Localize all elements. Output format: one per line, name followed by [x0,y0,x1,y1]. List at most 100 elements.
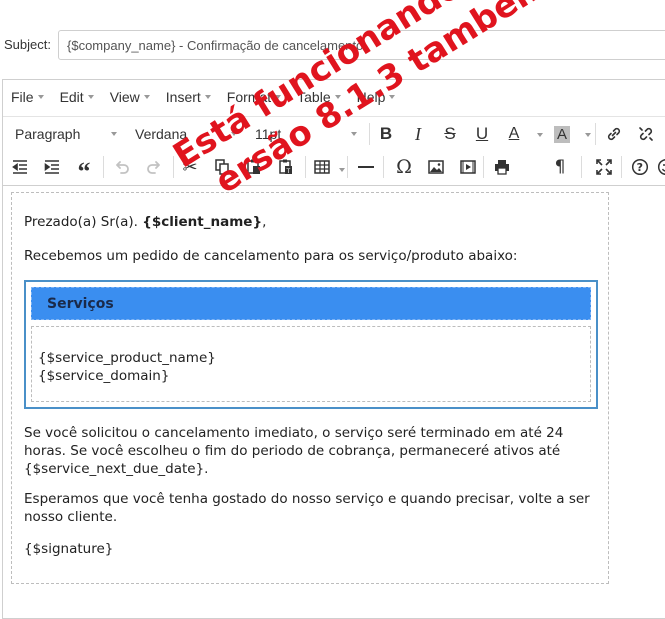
blockquote-button[interactable]: “ [71,154,97,186]
chevron-down-icon [231,132,237,136]
menu-edit[interactable]: Edit [60,89,94,105]
underline-icon: U [475,124,489,143]
underline-button[interactable]: U [469,121,495,147]
font-family-value: Verdana [135,126,188,142]
toolbar-divider [483,156,484,178]
menu-insert[interactable]: Insert [166,89,211,105]
paste-icon [247,159,260,174]
menu-format[interactable]: Format [226,89,282,105]
chevron-down-icon[interactable] [537,133,543,137]
help-button[interactable]: ? [627,154,653,180]
subject-input[interactable] [58,30,665,60]
menu-help[interactable]: Help [357,89,396,105]
menu-view[interactable]: View [110,89,150,105]
editor-content[interactable]: Prezado(a) Sr(a). {$client_name}, Recebe… [11,192,609,584]
menu-view-label: View [109,89,140,105]
service-domain-variable: {$service_domain} [38,368,170,384]
pilcrow-icon: ¶ [554,157,566,177]
paste-button[interactable] [241,154,267,180]
cancellation-paragraph: Se você solicitou o cancelamento imediat… [24,425,564,477]
print-button[interactable] [489,154,515,180]
chevron-down-icon [143,95,150,99]
client-name-variable: {$client_name} [142,214,263,230]
indent-button[interactable] [39,154,65,180]
horizontal-line-icon [358,166,374,168]
undo-icon [116,161,129,174]
unlink-icon [639,127,653,141]
remove-link-button[interactable] [633,121,659,147]
chevron-down-icon [275,95,282,99]
text-direction-button[interactable]: ¶ [547,154,573,180]
outdent-button[interactable] [7,154,33,180]
font-family-select[interactable]: Verdana [133,123,243,145]
redo-icon [147,161,160,174]
rich-text-editor: File Edit View Insert Format Table Help … [2,79,665,619]
redo-button[interactable] [141,154,167,180]
chevron-down-icon [351,132,357,136]
link-icon [607,127,621,141]
horizontal-line-button[interactable] [353,154,379,180]
chevron-down-icon [87,95,94,99]
block-format-select[interactable]: Paragraph [13,123,123,145]
font-size-value: 11pt [255,126,282,142]
more-button[interactable] [657,154,665,180]
chevron-down-icon[interactable] [339,168,345,172]
insert-toolbar: “ ✂ T Ω ¶ ? [3,150,665,186]
italic-icon: I [415,123,421,144]
toolbar-divider [369,123,370,145]
toolbar-divider [383,156,384,178]
greeting-punctuation: , [262,214,267,230]
insert-media-button[interactable] [455,154,481,180]
menu-table-label: Table [297,89,331,105]
toolbar-divider [581,156,582,178]
greeting-text: Prezado(a) Sr(a). [24,214,143,230]
menu-file[interactable]: File [11,89,44,105]
undo-button[interactable] [109,154,135,180]
toolbar-divider [621,156,622,178]
background-color-button[interactable]: A [549,121,575,147]
special-char-button[interactable]: Ω [391,154,417,180]
scissors-icon: ✂ [182,156,198,178]
menu-format-label: Format [226,89,272,105]
text-color-button[interactable]: A [501,121,527,147]
menu-edit-label: Edit [59,89,84,105]
copy-button[interactable] [209,154,235,180]
service-product-variable: {$service_product_name} [38,350,216,366]
table-button[interactable] [309,154,335,180]
toolbar-divider [595,123,596,145]
print-icon [495,160,509,175]
chevron-down-icon[interactable] [585,133,591,137]
copy-icon [215,159,229,175]
fullscreen-button[interactable] [591,154,617,180]
table-icon [314,160,330,174]
text-color-icon: A [508,125,520,142]
intro-paragraph: Recebemos um pedido de cancelamento para… [24,248,518,264]
toolbar-divider [173,156,174,178]
chevron-down-icon [389,95,396,99]
background-color-icon: A [553,125,570,143]
indent-icon [44,160,59,174]
media-icon [460,160,476,174]
closing-paragraph: Esperamos que você tenha gostado do noss… [24,491,590,525]
fullscreen-icon [596,159,612,175]
paste-text-icon: T [279,159,292,175]
greeting-paragraph: Prezado(a) Sr(a). {$client_name}, [24,213,600,231]
menu-help-label: Help [356,89,386,105]
outdent-icon [12,160,27,174]
chevron-down-icon [334,95,341,99]
bold-button[interactable]: B [373,121,399,147]
insert-image-button[interactable] [423,154,449,180]
italic-button[interactable]: I [405,121,431,147]
emoji-icon [657,159,665,175]
subject-row: Subject: [0,30,665,60]
chevron-down-icon [111,132,117,136]
menu-table[interactable]: Table [297,89,341,105]
paste-text-button[interactable]: T [273,154,299,180]
image-icon [428,160,444,174]
strikethrough-button[interactable]: S [437,121,463,147]
font-size-select[interactable]: 11pt [253,123,363,145]
cut-button[interactable]: ✂ [177,154,203,180]
insert-link-button[interactable] [601,121,627,147]
toolbar-divider [347,156,348,178]
menu-file-label: File [11,89,34,105]
